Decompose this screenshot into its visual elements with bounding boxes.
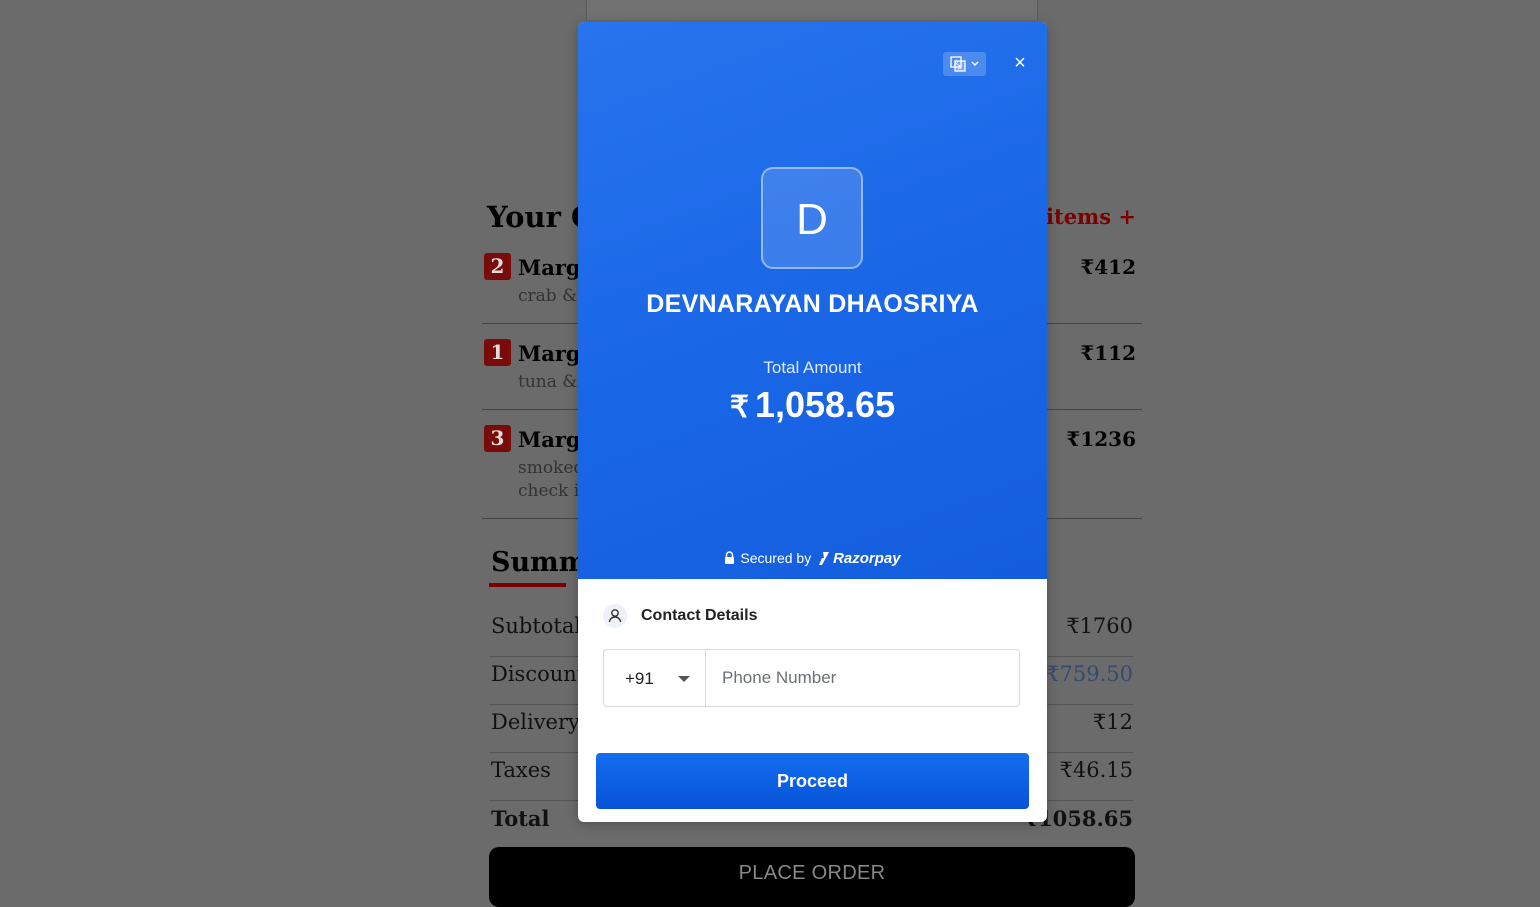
quantity-badge: 1 (484, 339, 511, 366)
amount-label: Total Amount (763, 358, 862, 377)
modal-header: 文 A × D DEVNARAYAN DHAOSRIYA Total Amoun… (578, 22, 1047, 579)
razorpay-brand: Razorpay (833, 550, 901, 567)
quantity-badge: 2 (484, 253, 511, 280)
summary-value: -₹759.50 (1039, 662, 1133, 686)
currency-symbol: ₹ (729, 391, 749, 424)
secured-by-text: Secured by (740, 550, 812, 566)
proceed-button[interactable]: Proceed (596, 753, 1029, 809)
secured-by-badge: Secured by Razorpay (578, 550, 1047, 567)
summary-value: ₹12 (1092, 710, 1133, 734)
summary-underline (489, 583, 566, 587)
summary-value: ₹1760 (1066, 614, 1133, 638)
item-description-line: tuna & (518, 372, 578, 392)
lock-icon (725, 551, 735, 564)
item-description-line: check i (518, 481, 580, 501)
summary-label: Discount (491, 662, 586, 686)
language-selector-button[interactable]: 文 A (943, 52, 986, 76)
item-price: ₹412 (1080, 255, 1136, 279)
place-order-button[interactable]: PLACE ORDER (489, 847, 1135, 907)
translate-icon: 文 A (950, 56, 979, 72)
total-amount: ₹1,058.65 (578, 384, 1047, 426)
item-description-line: smoked (518, 458, 585, 478)
item-price: ₹112 (1080, 341, 1136, 365)
person-icon (603, 604, 627, 628)
close-icon[interactable]: × (1010, 53, 1030, 73)
item-description: smoked check i (518, 457, 584, 503)
payment-modal: 文 A × D DEVNARAYAN DHAOSRIYA Total Amoun… (578, 22, 1047, 822)
phone-field-group: +91 (603, 649, 1020, 707)
item-price: ₹1236 (1066, 427, 1136, 451)
summary-label: Total (491, 806, 550, 831)
summary-label: Taxes (491, 758, 551, 782)
item-description: crab & (518, 285, 577, 308)
merchant-name: DEVNARAYAN DHAOSRIYA (646, 290, 979, 318)
item-description-line: crab & (518, 286, 578, 306)
summary-title: Summ (491, 547, 588, 578)
item-description: tuna & (518, 371, 577, 394)
razorpay-logo-icon (819, 552, 830, 565)
country-code-value: +91 (625, 669, 654, 688)
summary-value: ₹46.15 (1059, 758, 1133, 782)
summary-label: Delivery (491, 710, 580, 734)
country-code-selector[interactable]: +91 (604, 650, 706, 706)
quantity-badge: 3 (484, 425, 511, 452)
phone-number-input[interactable] (706, 650, 1018, 706)
chevron-down-icon (678, 676, 690, 682)
contact-details-title: Contact Details (641, 607, 758, 624)
merchant-logo: D (761, 167, 863, 269)
background-card-top (586, 0, 1038, 20)
summary-label: Subtotal (491, 614, 582, 638)
amount-value: 1,058.65 (754, 384, 896, 425)
